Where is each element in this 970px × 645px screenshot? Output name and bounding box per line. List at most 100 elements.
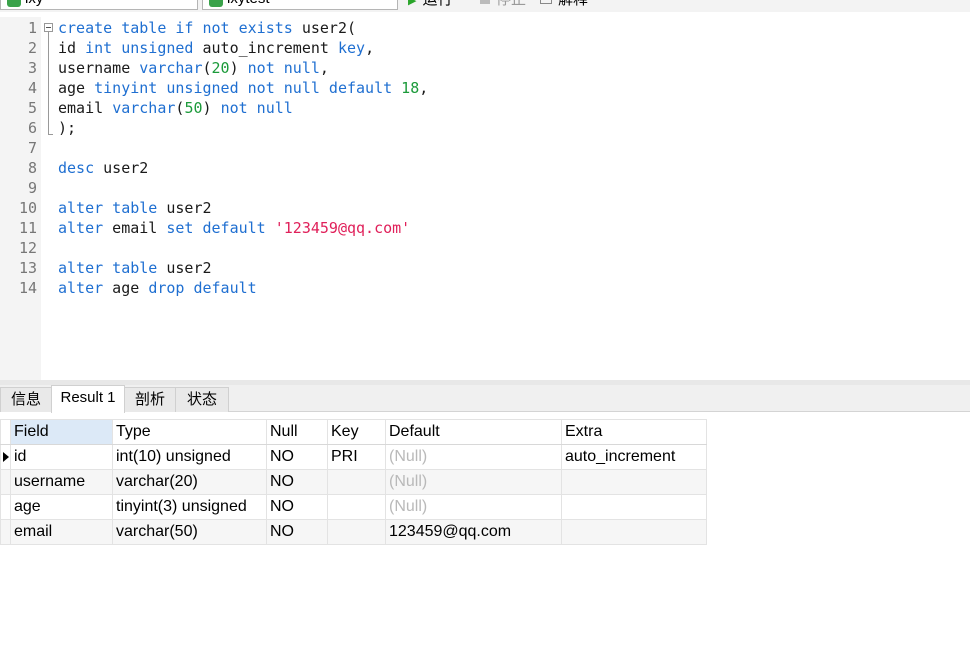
run-label: 运行: [422, 0, 452, 8]
row-indicator[interactable]: [0, 469, 11, 495]
cell-type[interactable]: varchar(20): [112, 469, 267, 495]
code-token: user2: [157, 199, 212, 217]
code-line[interactable]: desc user2: [58, 158, 148, 178]
cell-null[interactable]: NO: [266, 494, 328, 520]
stop-icon: [480, 0, 490, 4]
database-select[interactable]: lxytest: [202, 0, 398, 10]
code-token: ): [229, 59, 248, 77]
run-button[interactable]: ▶ 运行: [408, 0, 452, 10]
code-token: '123459@qq.com': [274, 219, 411, 237]
fold-toggle-icon[interactable]: [44, 23, 53, 32]
row-indicator[interactable]: [0, 519, 11, 545]
code-token: email: [58, 99, 113, 117]
code-token: 50: [184, 99, 203, 117]
row-indicator[interactable]: [0, 494, 11, 520]
database-label: lxytest: [227, 0, 270, 7]
line-number: 6: [27, 119, 37, 137]
line-number: 9: [27, 179, 37, 197]
cell-field[interactable]: email: [10, 519, 113, 545]
cell-type[interactable]: int(10) unsigned: [112, 444, 267, 470]
cell-field[interactable]: username: [10, 469, 113, 495]
table-row[interactable]: email varchar(50) NO 123459@qq.com: [0, 519, 707, 545]
cell-extra[interactable]: [561, 519, 707, 545]
code-token: email: [103, 219, 167, 237]
column-header-null[interactable]: Null: [266, 419, 328, 445]
code-line[interactable]: username varchar(20) not null,: [58, 58, 329, 78]
cell-type[interactable]: varchar(50): [112, 519, 267, 545]
explain-icon: [540, 0, 552, 4]
column-header-key[interactable]: Key: [327, 419, 386, 445]
code-token: ,: [319, 59, 329, 77]
code-token: set default: [166, 219, 266, 237]
cell-default[interactable]: (Null): [385, 494, 562, 520]
line-number: 10: [18, 199, 37, 217]
cell-extra[interactable]: [561, 469, 707, 495]
line-number: 7: [27, 139, 37, 157]
column-header-extra[interactable]: Extra: [561, 419, 707, 445]
stop-label: 停止: [496, 0, 526, 8]
cell-field[interactable]: age: [10, 494, 113, 520]
stop-button[interactable]: 停止: [480, 0, 526, 9]
cell-key[interactable]: [327, 519, 386, 545]
code-line[interactable]: alter table user2: [58, 258, 212, 278]
cell-default[interactable]: 123459@qq.com: [385, 519, 562, 545]
code-line[interactable]: alter age drop default: [58, 278, 257, 298]
tab-result-1[interactable]: Result 1: [51, 385, 125, 413]
cell-null[interactable]: NO: [266, 519, 328, 545]
code-token: alter table: [58, 199, 158, 217]
connection-select[interactable]: lxy: [0, 0, 198, 10]
line-number: 13: [18, 259, 37, 277]
cell-field[interactable]: id: [10, 444, 113, 470]
code-line[interactable]: alter table user2: [58, 198, 212, 218]
code-token: user2(: [292, 19, 357, 37]
table-row[interactable]: username varchar(20) NO (Null): [0, 469, 707, 495]
cell-extra[interactable]: auto_increment: [561, 444, 707, 470]
cell-extra[interactable]: [561, 494, 707, 520]
fold-end-marker: [48, 134, 53, 135]
cell-null[interactable]: NO: [266, 469, 328, 495]
column-header-default[interactable]: Default: [385, 419, 562, 445]
sql-editor[interactable]: 1 2 3 4 5 6 7 8 9 10 11 12 13 14 create table if not …: [0, 17, 970, 380]
toolbar: lxy lxytest ▶ 运行 停止 解释: [0, 0, 970, 12]
result-grid[interactable]: Field Type Null Key Default Extra id int…: [0, 419, 707, 545]
cell-default[interactable]: (Null): [385, 444, 562, 470]
row-indicator[interactable]: [0, 444, 11, 470]
cell-key[interactable]: [327, 494, 386, 520]
code-line[interactable]: create table if not exists user2(: [58, 18, 356, 38]
code-token: varchar: [112, 99, 176, 117]
line-number: 2: [27, 39, 37, 57]
tab-status[interactable]: 状态: [175, 387, 229, 412]
code-line[interactable]: age tinyint unsigned not null default 18…: [58, 78, 428, 98]
tab-info[interactable]: 信息: [0, 387, 52, 412]
line-number: 12: [18, 239, 37, 257]
code-token: desc: [58, 159, 95, 177]
connection-icon: [7, 0, 21, 7]
cell-type[interactable]: tinyint(3) unsigned: [112, 494, 267, 520]
table-row[interactable]: age tinyint(3) unsigned NO (Null): [0, 494, 707, 520]
line-number-gutter: 1 2 3 4 5 6 7 8 9 10 11 12 13 14: [0, 17, 41, 380]
code-line[interactable]: );: [58, 118, 76, 138]
code-token: tinyint unsigned not null default: [94, 79, 393, 97]
cell-key[interactable]: PRI: [327, 444, 386, 470]
cell-key[interactable]: [327, 469, 386, 495]
code-token: not null: [247, 59, 320, 77]
code-line[interactable]: email varchar(50) not null: [58, 98, 293, 118]
column-header-type[interactable]: Type: [112, 419, 267, 445]
code-token: );: [58, 119, 77, 137]
code-token: key: [337, 39, 366, 57]
code-token: int unsigned: [85, 39, 194, 57]
code-token: id: [58, 39, 86, 57]
column-header-field[interactable]: Field: [10, 419, 113, 445]
explain-button[interactable]: 解释: [540, 0, 588, 9]
code-line[interactable]: id int unsigned auto_increment key,: [58, 38, 374, 58]
table-row[interactable]: id int(10) unsigned NO PRI (Null) auto_i…: [0, 444, 707, 470]
line-number: 1: [27, 19, 37, 37]
tab-profile[interactable]: 剖析: [124, 387, 176, 412]
cell-null[interactable]: NO: [266, 444, 328, 470]
code-token: alter: [58, 219, 104, 237]
code-line[interactable]: alter email set default '123459@qq.com': [58, 218, 410, 238]
cell-default[interactable]: (Null): [385, 469, 562, 495]
row-header-corner: [0, 419, 11, 445]
code-token: alter: [58, 279, 104, 297]
